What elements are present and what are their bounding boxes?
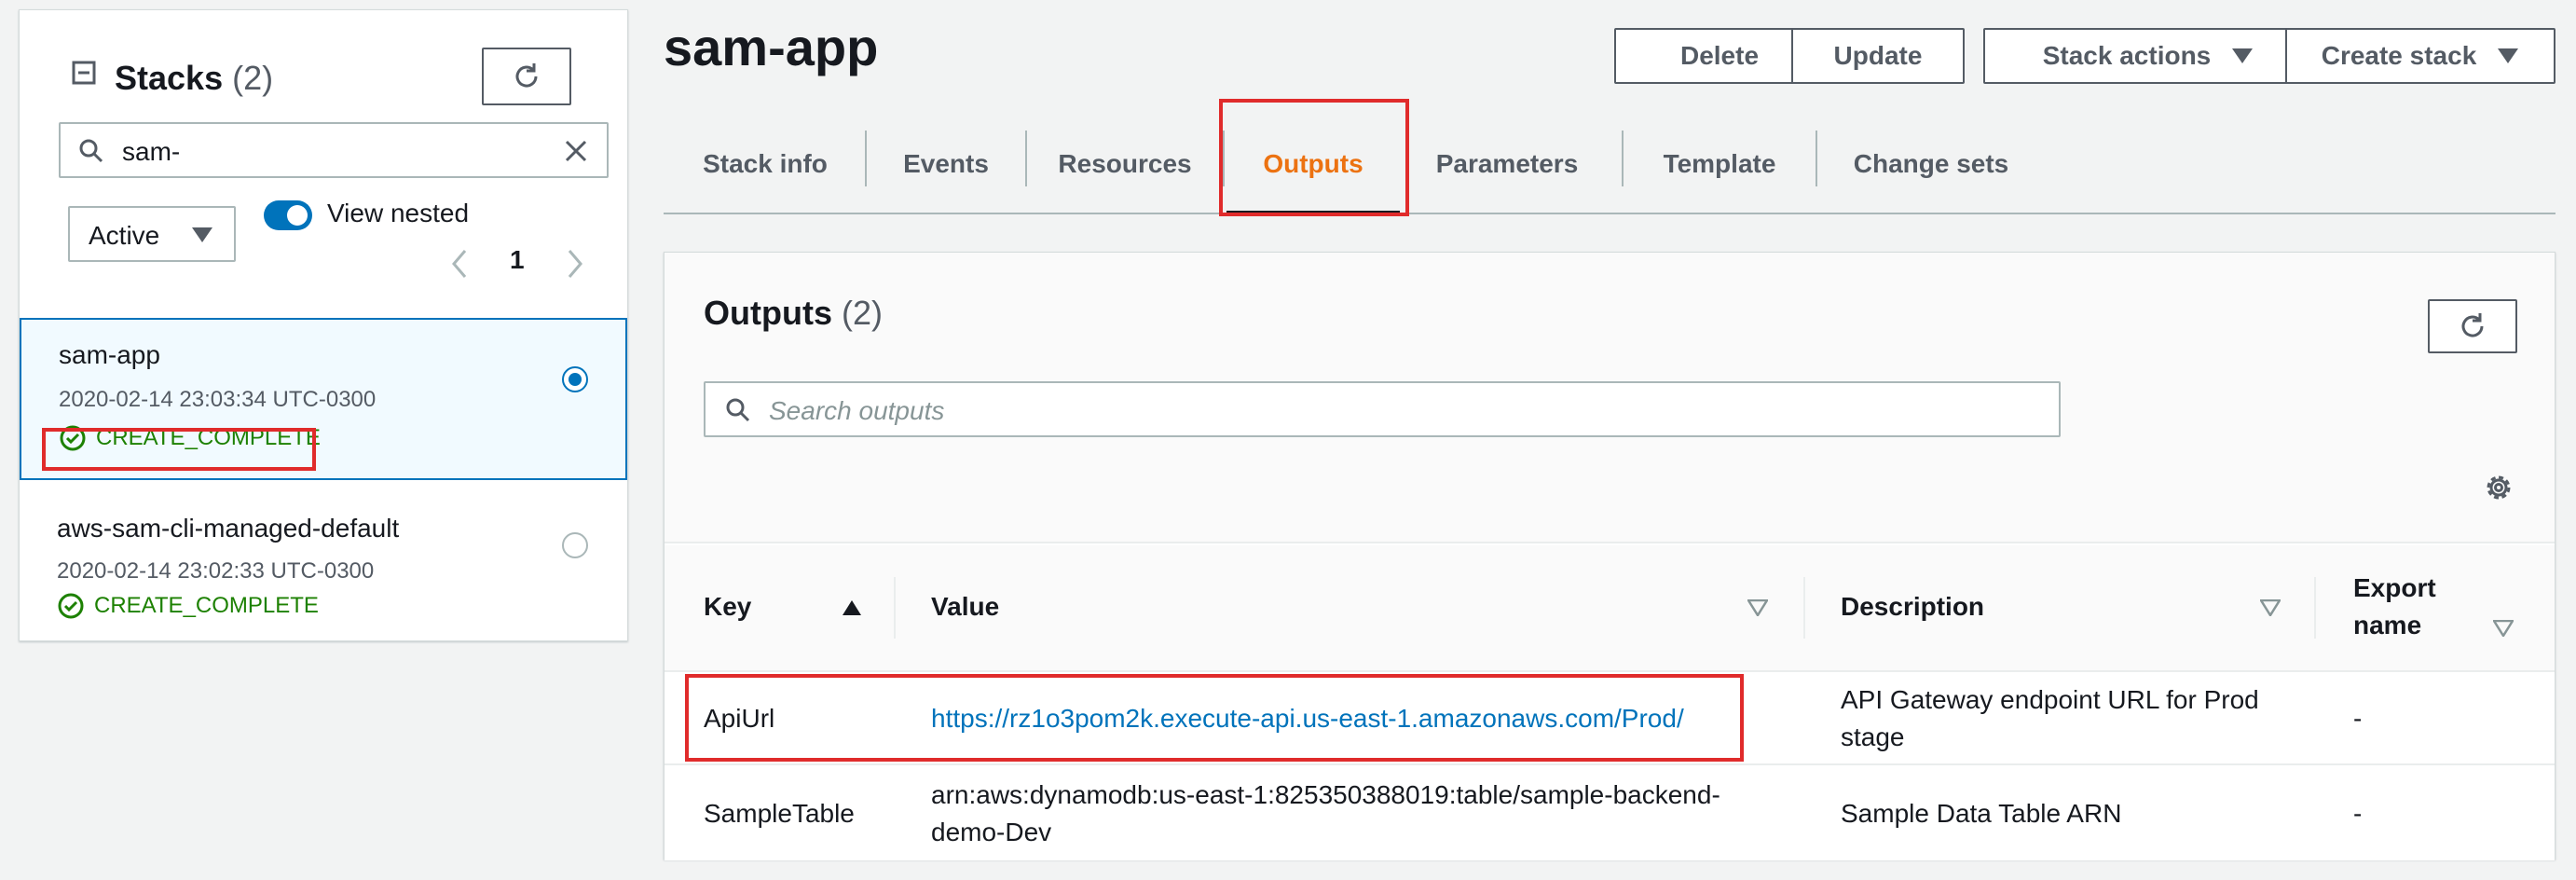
stack-timestamp: 2020-02-14 23:03:34 UTC-0300 [59,387,377,412]
update-button[interactable]: Update [1791,28,1965,84]
outputs-count: (2) [842,294,883,332]
refresh-outputs-button[interactable] [2428,299,2517,353]
close-icon[interactable] [562,137,590,165]
stacks-title-text: Stacks [115,59,224,97]
stack-actions-label: Stack actions [2042,41,2212,70]
output-value: arn:aws:dynamodb:us-east-1:825350388019:… [931,780,1720,809]
status-filter-value: Active [89,221,160,250]
stack-search-value[interactable]: sam- [122,137,180,167]
outputs-search-input[interactable]: Search outputs [704,381,2061,437]
view-nested-label: View nested [327,199,470,227]
status-filter-select[interactable]: Active [68,206,236,262]
tab-label: Template [1663,149,1776,178]
sort-icon[interactable] [2493,620,2514,637]
output-value-2: demo-Dev [931,818,1052,846]
output-description: API Gateway endpoint URL for Prod [1841,685,2259,714]
column-header-description[interactable]: Description [1841,592,1984,622]
stack-radio-unselected[interactable] [562,532,588,558]
tab-change-sets[interactable]: Change sets [1817,116,2045,213]
tab-label: Change sets [1853,149,2009,178]
outputs-header: Outputs (2) Search outputs [665,253,2555,543]
chevron-left-icon[interactable] [450,249,469,279]
tab-highlight-box [1219,99,1409,216]
outputs-panel: Outputs (2) Search outputs Key Value Des… [664,252,2555,860]
tab-events[interactable]: Events [867,116,1025,213]
search-icon [724,396,752,424]
stack-card-aws-sam-cli-managed-default[interactable]: aws-sam-cli-managed-default 2020-02-14 2… [20,484,627,640]
outputs-title-text: Outputs [704,294,832,332]
column-header-key[interactable]: Key [704,592,751,622]
stacks-panel: Stacks (2) sam- Active View nested 1 sam… [19,9,628,641]
column-header-export-name[interactable]: Export [2353,573,2436,603]
status-highlight-box [42,428,316,471]
stack-radio-selected[interactable] [562,366,588,392]
tab-resources[interactable]: Resources [1027,116,1223,213]
update-button-label: Update [1833,41,1923,70]
stacks-title: Stacks (2) [115,59,273,98]
stacks-count: (2) [232,59,274,97]
stack-name[interactable]: sam-app [59,340,160,370]
outputs-title: Outputs (2) [704,294,883,333]
output-key: SampleTable [704,799,855,828]
outputs-search-placeholder: Search outputs [769,396,945,425]
settings-icon[interactable] [2482,471,2515,504]
search-icon [77,137,105,165]
tab-parameters[interactable]: Parameters [1409,116,1605,213]
tab-label: Stack info [703,149,828,178]
page-title: sam-app [664,18,879,76]
output-export-name: - [2353,704,2363,733]
refresh-icon [2457,310,2488,342]
output-export-name: - [2353,799,2363,828]
stack-status-text: CREATE_COMPLETE [94,593,319,618]
tab-stack-info[interactable]: Stack info [664,116,867,213]
output-description-2: stage [1841,722,1905,751]
caret-down-icon [191,227,213,243]
sort-icon[interactable] [2260,599,2281,616]
caret-down-icon [2497,48,2519,64]
outputs-table-header: Key Value Description Export name [665,545,2555,672]
create-stack-button[interactable]: Create stack [2285,28,2555,84]
tab-label: Parameters [1435,149,1579,178]
sort-icon[interactable] [1747,599,1768,616]
refresh-icon [511,61,542,92]
chevron-right-icon[interactable] [566,249,584,279]
table-row: SampleTable arn:aws:dynamodb:us-east-1:8… [665,767,2555,860]
column-header-value[interactable]: Value [931,592,999,622]
delete-button-label: Delete [1679,41,1760,70]
page-number[interactable]: 1 [510,245,525,275]
refresh-stacks-button[interactable] [482,48,571,105]
stack-detail-tabs: Stack info Events Resources Outputs Para… [664,116,2555,214]
stack-timestamp: 2020-02-14 23:02:33 UTC-0300 [57,558,375,584]
create-stack-label: Create stack [2321,41,2477,70]
collapse-icon[interactable] [72,61,96,85]
check-circle-icon [57,592,85,620]
tab-label: Events [903,149,989,178]
column-header-export-name-2[interactable]: name [2353,611,2421,640]
output-description: Sample Data Table ARN [1841,799,2122,828]
stack-card-sam-app[interactable]: sam-app 2020-02-14 23:03:34 UTC-0300 CRE… [20,318,627,480]
sort-ascending-icon[interactable] [842,599,862,616]
stack-name[interactable]: aws-sam-cli-managed-default [57,514,399,543]
stack-search-input[interactable]: sam- [59,122,609,178]
tab-label: Resources [1058,149,1192,178]
caret-down-icon [2231,48,2254,64]
row-highlight-box [685,674,1744,762]
stack-status: CREATE_COMPLETE [57,592,319,620]
stack-actions-button[interactable]: Stack actions [1983,28,2313,84]
tab-template[interactable]: Template [1624,116,1816,213]
view-nested-toggle[interactable] [264,200,312,230]
